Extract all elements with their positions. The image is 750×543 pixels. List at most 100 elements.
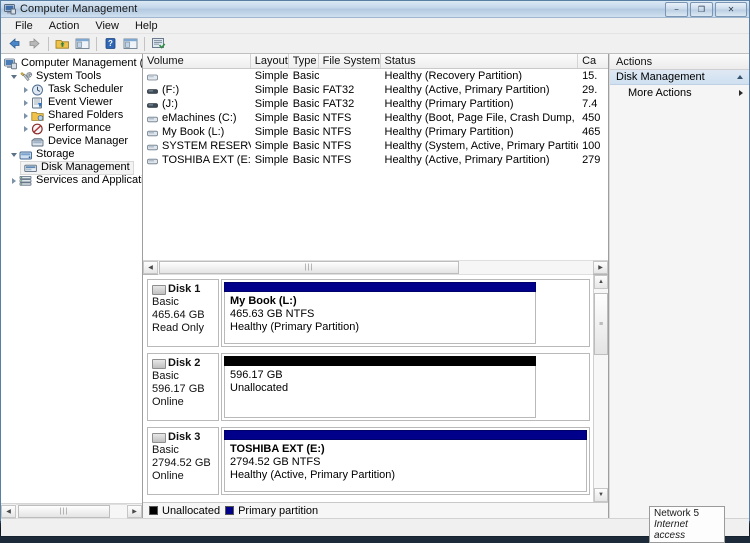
sidebar-item-system-tools[interactable]: System Tools [1,70,142,83]
disk-type: Basic [152,296,179,308]
column-header-file-system[interactable]: File System [319,54,381,68]
action-more-actions[interactable]: More Actions [610,85,749,101]
window-controls: − ❐ ✕ [665,2,747,17]
chevron-up-icon[interactable] [737,75,743,79]
cell-volume: (J:) [162,98,178,110]
restore-button[interactable]: ❐ [690,2,713,17]
disk-legend: Unallocated Primary partition [143,502,608,518]
tree-root-computer-management[interactable]: Computer Management (Local [1,57,142,70]
help-icon[interactable]: ? [101,35,120,53]
expander-closed-icon[interactable] [20,123,31,134]
network-tooltip: Network 5 Internet access [649,506,725,543]
cell-status: Healthy (Primary Partition) [384,98,514,110]
column-header-layout[interactable]: Layout [251,54,289,68]
sidebar-item-disk-management[interactable]: Disk Management [1,160,142,175]
cell-layout: Simple [254,126,289,138]
volume-list: Volume Layout Type File System Status Ca [143,54,608,260]
partition-label: TOSHIBA EXT (E:) [230,443,325,455]
sidebar-item-shared-folders[interactable]: Shared Folders [1,109,142,122]
tree-horizontal-scrollbar[interactable]: ◀ ||| ▶ [1,503,142,519]
forward-icon[interactable] [25,35,44,53]
disk-row[interactable]: Disk 1 Basic 465.64 GB Read Only My Book… [147,279,590,347]
cell-capacity: 465 [582,126,601,138]
column-header-capacity[interactable]: Ca [578,54,608,68]
table-row[interactable]: My Book (L:) Simple Basic NTFS Healthy (… [143,125,608,139]
properties-icon[interactable] [121,35,140,53]
title-bar[interactable]: Computer Management − ❐ ✕ [1,1,749,18]
refresh-icon[interactable] [149,35,168,53]
sidebar-item-device-manager[interactable]: Device Manager [1,135,142,148]
scroll-right-icon[interactable]: ▶ [127,504,142,518]
actions-pane: Actions Disk Management More Actions [609,54,749,518]
table-row[interactable]: TOSHIBA EXT (E:) Simple Basic NTFS Healt… [143,153,608,167]
expander-open-icon[interactable] [8,149,19,160]
close-button[interactable]: ✕ [715,2,747,17]
scroll-track[interactable]: ||| [158,260,593,275]
scroll-up-icon[interactable]: ▲ [594,275,608,289]
sidebar-item-services-and-applications[interactable]: Services and Applications [1,174,142,187]
scroll-thumb[interactable]: ||| [159,261,459,274]
sidebar-item-task-scheduler[interactable]: Task Scheduler [1,83,142,96]
table-row[interactable]: Simple Basic Healthy (Recovery Partition… [143,69,608,83]
sidebar-item-label: Device Manager [48,135,129,147]
disk-row[interactable]: Disk 3 Basic 2794.52 GB Online TOSHIBA E… [147,427,590,495]
partition-details[interactable]: My Book (L:) 465.63 GB NTFS Healthy (Pri… [224,292,537,344]
disk-partitions: 596.17 GB Unallocated [221,353,590,421]
minimize-button[interactable]: − [665,2,688,17]
console-tree: Computer Management (Local System Tools [1,54,142,503]
disk-row[interactable]: Disk 2 Basic 596.17 GB Online 596.17 GB [147,353,590,421]
cell-type: Basic [292,154,319,166]
cell-type: Basic [292,112,319,124]
scroll-track[interactable]: ≡ [594,289,608,488]
volume-list-horizontal-scrollbar[interactable]: ◀ ||| ▶ [143,260,608,275]
expander-closed-icon[interactable] [20,110,31,121]
disk-view-vertical-scrollbar[interactable]: ▲ ≡ ▼ [593,275,608,502]
table-row[interactable]: (F:) Simple Basic FAT32 Healthy (Active,… [143,83,608,97]
scroll-right-icon[interactable]: ▶ [593,261,608,274]
expander-closed-icon[interactable] [20,97,31,108]
column-header-type[interactable]: Type [289,54,319,68]
menu-help[interactable]: Help [127,18,166,34]
toolbar: ? [1,34,749,54]
sidebar-item-performance[interactable]: Performance [1,122,142,135]
menu-view[interactable]: View [87,18,127,34]
disk-partitions: My Book (L:) 465.63 GB NTFS Healthy (Pri… [221,279,590,347]
cell-layout: Simple [254,112,289,124]
partition-details[interactable]: TOSHIBA EXT (E:) 2794.52 GB NTFS Healthy… [224,440,587,492]
expander-closed-icon[interactable] [20,84,31,95]
scroll-thumb[interactable]: ≡ [594,293,608,355]
sidebar-item-event-viewer[interactable]: Event Viewer [1,96,142,109]
partition-color-bar [224,282,537,292]
scroll-down-icon[interactable]: ▼ [594,488,608,502]
table-row[interactable]: (J:) Simple Basic FAT32 Healthy (Primary… [143,97,608,111]
show-tree-icon[interactable] [73,35,92,53]
chevron-right-icon[interactable] [739,90,743,96]
cell-capacity: 15. [582,70,598,82]
up-folder-icon[interactable] [53,35,72,53]
scroll-left-icon[interactable]: ◀ [1,504,16,518]
sidebar-item-storage[interactable]: Storage [1,148,142,161]
scroll-track[interactable]: ||| [16,503,127,519]
column-header-volume[interactable]: Volume [143,54,251,68]
disk-name: Disk 3 [168,431,201,443]
hard-drive-icon [147,156,158,165]
table-row[interactable]: SYSTEM RESERVED (H:) Simple Basic NTFS H… [143,139,608,153]
partition-color-bar [224,356,537,366]
expander-closed-icon[interactable] [8,175,19,186]
scroll-left-icon[interactable]: ◀ [143,261,158,274]
scroll-thumb[interactable]: ||| [18,504,110,518]
actions-group-label: Disk Management [616,71,705,83]
partition-details[interactable]: 596.17 GB Unallocated [224,366,537,418]
sidebar-item-label: System Tools [36,70,102,82]
table-row[interactable]: eMachines (C:) Simple Basic NTFS Healthy… [143,111,608,125]
sidebar-item-label: Event Viewer [48,96,113,108]
cell-layout: Simple [254,140,289,152]
menu-action[interactable]: Action [41,18,88,34]
menu-file[interactable]: File [7,18,41,34]
expander-open-icon[interactable] [8,71,19,82]
back-icon[interactable] [5,35,24,53]
column-header-status[interactable]: Status [381,54,579,68]
legend-swatch-primary [225,506,235,515]
sidebar-item-label: Storage [36,148,75,160]
actions-group-disk-management[interactable]: Disk Management [610,70,749,85]
